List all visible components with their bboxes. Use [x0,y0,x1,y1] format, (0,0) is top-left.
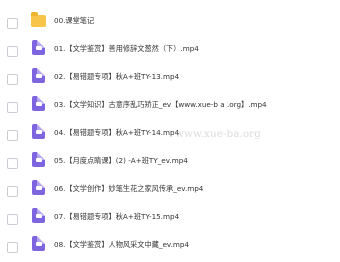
file-list: 00.课堂笔记 01.【文学鉴赏】善用修辞文葱然（下）.mp4 02.【易错题专… [0,0,340,253]
file-name[interactable]: 03.【文学知识】古意序乱巧矫正_ev【www.xue-b a .org】.mp… [54,100,267,110]
select-checkbox[interactable] [7,74,18,85]
video-file-icon [32,236,45,251]
select-checkbox[interactable] [7,130,18,141]
select-checkbox[interactable] [7,214,18,225]
list-item[interactable]: 05.【月度点睛课】(2) -A+班TY_ev.mp4 [0,150,340,178]
file-name[interactable]: 05.【月度点睛课】(2) -A+班TY_ev.mp4 [54,156,188,166]
select-checkbox[interactable] [7,158,18,169]
video-file-icon [32,124,45,139]
video-file-icon [32,208,45,223]
video-file-icon [32,68,45,83]
file-name[interactable]: 07.【易错题专项】秋A+班TY-15.mp4 [54,212,179,222]
file-name[interactable]: 00.课堂笔记 [54,16,94,26]
file-name[interactable]: 06.【文学创作】妙笔生花之家风传承_ev.mp4 [54,184,203,194]
list-item[interactable]: 00.课堂笔记 [0,10,340,38]
list-item[interactable]: 03.【文学知识】古意序乱巧矫正_ev【www.xue-b a .org】.mp… [0,94,340,122]
select-checkbox[interactable] [7,186,18,197]
select-checkbox[interactable] [7,18,18,29]
select-checkbox[interactable] [7,242,18,253]
video-file-icon [32,152,45,167]
file-name[interactable]: 04.【易错题专项】秋A+班TY-14.mp4 [54,128,179,138]
list-item[interactable]: 07.【易错题专项】秋A+班TY-15.mp4 [0,206,340,234]
file-name[interactable]: 02.【易错题专项】秋A+班TY-13.mp4 [54,72,179,82]
file-name[interactable]: 01.【文学鉴赏】善用修辞文葱然（下）.mp4 [54,44,199,54]
list-item[interactable]: 02.【易错题专项】秋A+班TY-13.mp4 [0,66,340,94]
folder-icon [31,12,46,27]
list-item[interactable]: 06.【文学创作】妙笔生花之家风传承_ev.mp4 [0,178,340,206]
list-item[interactable]: 01.【文学鉴赏】善用修辞文葱然（下）.mp4 [0,38,340,66]
file-name[interactable]: 08.【文学鉴赏】人物风采文中藏_ev.mp4 [54,240,189,250]
video-file-icon [32,40,45,55]
video-file-icon [32,180,45,195]
select-checkbox[interactable] [7,46,18,57]
select-checkbox[interactable] [7,102,18,113]
list-item[interactable]: 08.【文学鉴赏】人物风采文中藏_ev.mp4 [0,234,340,262]
video-file-icon [32,96,45,111]
list-item[interactable]: 04.【易错题专项】秋A+班TY-14.mp4 [0,122,340,150]
